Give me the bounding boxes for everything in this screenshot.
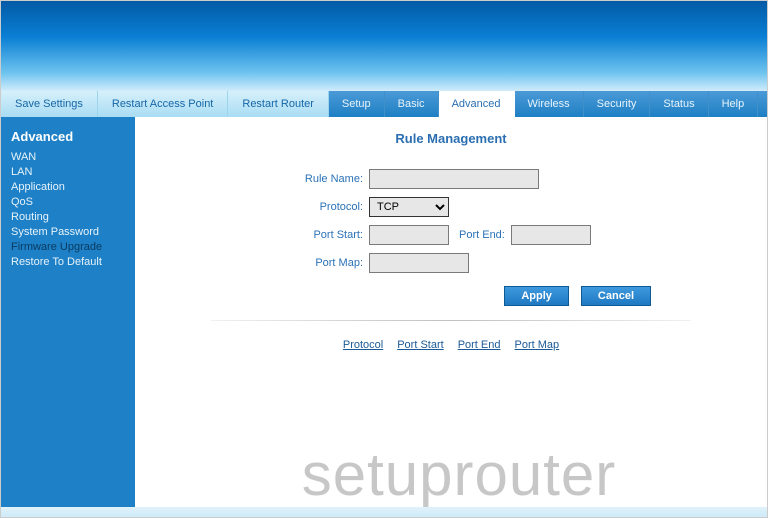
sidebar-item-routing[interactable]: Routing — [11, 210, 125, 225]
apply-button[interactable]: Apply — [504, 286, 569, 306]
body: Advanced WAN LAN Application QoS Routing… — [1, 117, 767, 517]
sidebar-item-wan[interactable]: WAN — [11, 150, 125, 165]
divider — [211, 320, 691, 321]
tab-help[interactable]: Help — [709, 91, 759, 117]
rule-name-input[interactable] — [369, 169, 539, 189]
table-headers: Protocol Port Start Port End Port Map — [159, 339, 743, 351]
sidebar: Advanced WAN LAN Application QoS Routing… — [1, 117, 135, 517]
tab-status[interactable]: Status — [650, 91, 708, 117]
sidebar-item-restore-default[interactable]: Restore To Default — [11, 255, 125, 270]
port-end-input[interactable] — [511, 225, 591, 245]
sidebar-item-firmware-upgrade[interactable]: Firmware Upgrade — [11, 240, 125, 255]
main-content: Rule Management Rule Name: Protocol: TCP… — [135, 117, 767, 517]
sidebar-item-application[interactable]: Application — [11, 180, 125, 195]
label-port-end: Port End: — [449, 229, 511, 241]
navbar-right: Setup Basic Advanced Wireless Security S… — [329, 91, 767, 117]
col-port-end[interactable]: Port End — [458, 339, 501, 351]
tab-wireless[interactable]: Wireless — [515, 91, 584, 117]
col-protocol[interactable]: Protocol — [343, 339, 383, 351]
label-port-map: Port Map: — [241, 257, 369, 269]
label-rule-name: Rule Name: — [241, 173, 369, 185]
col-port-start[interactable]: Port Start — [397, 339, 443, 351]
port-map-input[interactable] — [369, 253, 469, 273]
button-row: Apply Cancel — [241, 286, 661, 306]
restart-ap-button[interactable]: Restart Access Point — [98, 91, 229, 117]
form: Rule Name: Protocol: TCP Port Start: Por… — [241, 168, 661, 274]
navbar: Save Settings Restart Access Point Resta… — [1, 91, 767, 117]
tab-basic[interactable]: Basic — [385, 91, 439, 117]
label-port-start: Port Start: — [241, 229, 369, 241]
col-port-map[interactable]: Port Map — [515, 339, 560, 351]
sidebar-item-lan[interactable]: LAN — [11, 165, 125, 180]
footer-strip — [1, 507, 767, 517]
port-start-input[interactable] — [369, 225, 449, 245]
sidebar-item-qos[interactable]: QoS — [11, 195, 125, 210]
protocol-select[interactable]: TCP — [369, 197, 449, 217]
navbar-left: Save Settings Restart Access Point Resta… — [1, 91, 329, 117]
cancel-button[interactable]: Cancel — [581, 286, 651, 306]
page-title: Rule Management — [159, 131, 743, 146]
app-window: Save Settings Restart Access Point Resta… — [0, 0, 768, 518]
tab-advanced[interactable]: Advanced — [439, 91, 515, 117]
sidebar-item-system-password[interactable]: System Password — [11, 225, 125, 240]
tab-setup[interactable]: Setup — [329, 91, 385, 117]
banner — [1, 1, 767, 91]
restart-router-button[interactable]: Restart Router — [228, 91, 329, 117]
sidebar-heading: Advanced — [11, 129, 125, 144]
label-protocol: Protocol: — [241, 201, 369, 213]
tab-security[interactable]: Security — [584, 91, 651, 117]
save-settings-button[interactable]: Save Settings — [1, 91, 98, 117]
